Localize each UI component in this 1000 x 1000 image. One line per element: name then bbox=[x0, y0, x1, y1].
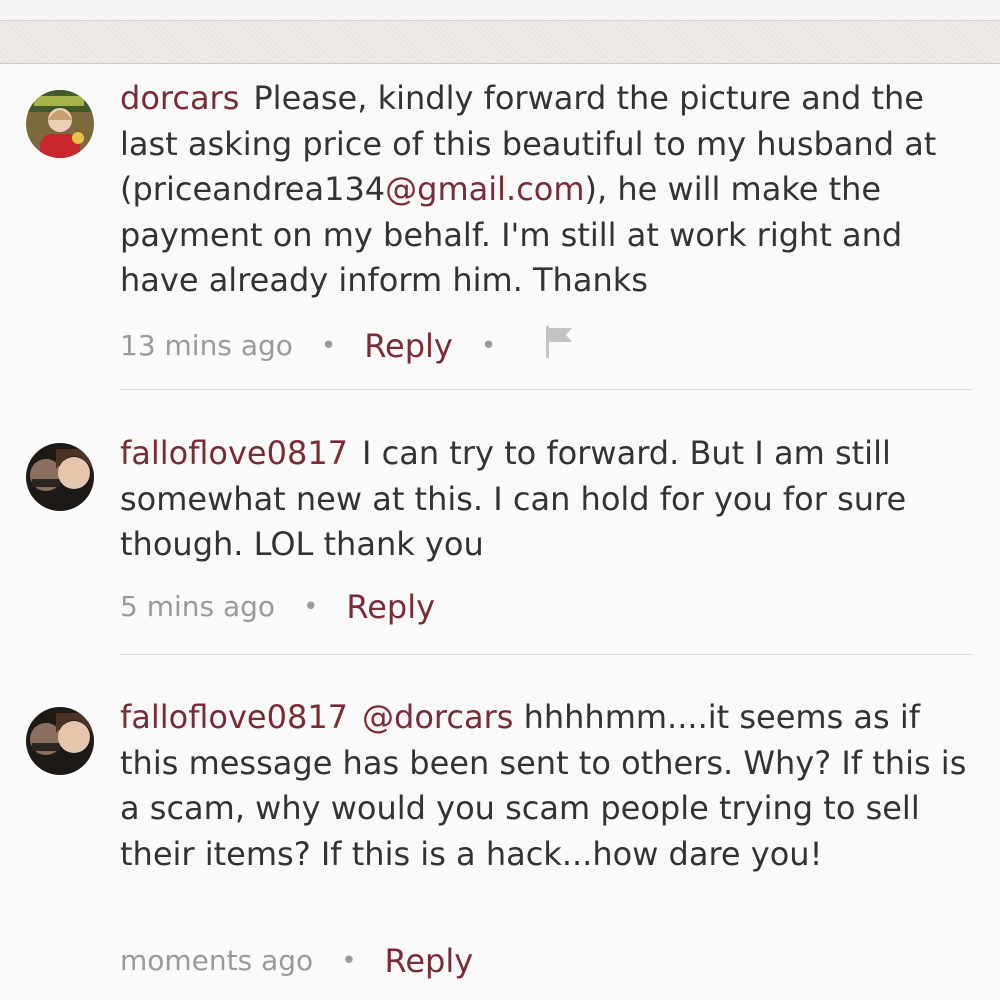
separator-dot: • bbox=[320, 330, 337, 361]
top-strip bbox=[0, 0, 1000, 20]
timestamp: 5 mins ago bbox=[120, 590, 276, 623]
comment-meta: 5 mins ago • Reply bbox=[120, 589, 435, 625]
separator-dot: • bbox=[480, 330, 497, 361]
separator-dot: • bbox=[341, 946, 357, 976]
reply-button[interactable]: Reply bbox=[364, 328, 453, 364]
username-link[interactable]: falloflove0817 bbox=[120, 698, 348, 736]
comment-text: falloflove0817 I can try to forward. But … bbox=[120, 431, 985, 568]
separator-dot: • bbox=[303, 592, 319, 622]
username-link[interactable]: falloflove0817 bbox=[120, 434, 348, 472]
divider bbox=[120, 654, 973, 655]
username-link[interactable]: dorcars bbox=[120, 79, 239, 117]
mention-link[interactable]: @dorcars bbox=[362, 698, 513, 736]
comment-meta: moments ago • Reply bbox=[120, 943, 473, 979]
comment-meta: 13 mins ago • Reply • bbox=[120, 324, 578, 367]
flag-icon[interactable] bbox=[542, 324, 578, 367]
avatar[interactable] bbox=[26, 443, 94, 511]
reply-button[interactable]: Reply bbox=[385, 943, 474, 979]
header-bar bbox=[0, 20, 1000, 64]
divider bbox=[120, 389, 973, 390]
timestamp: 13 mins ago bbox=[120, 328, 293, 362]
comment-text: dorcars Please, kindly forward the pictur… bbox=[120, 76, 985, 304]
comment-text: falloflove0817 @dorcars hhhhmm....it seem… bbox=[120, 695, 985, 877]
email-link[interactable]: @gmail.com bbox=[385, 170, 584, 208]
reply-button[interactable]: Reply bbox=[346, 589, 435, 625]
timestamp: moments ago bbox=[120, 944, 314, 977]
avatar[interactable] bbox=[26, 90, 94, 158]
avatar[interactable] bbox=[26, 707, 94, 775]
